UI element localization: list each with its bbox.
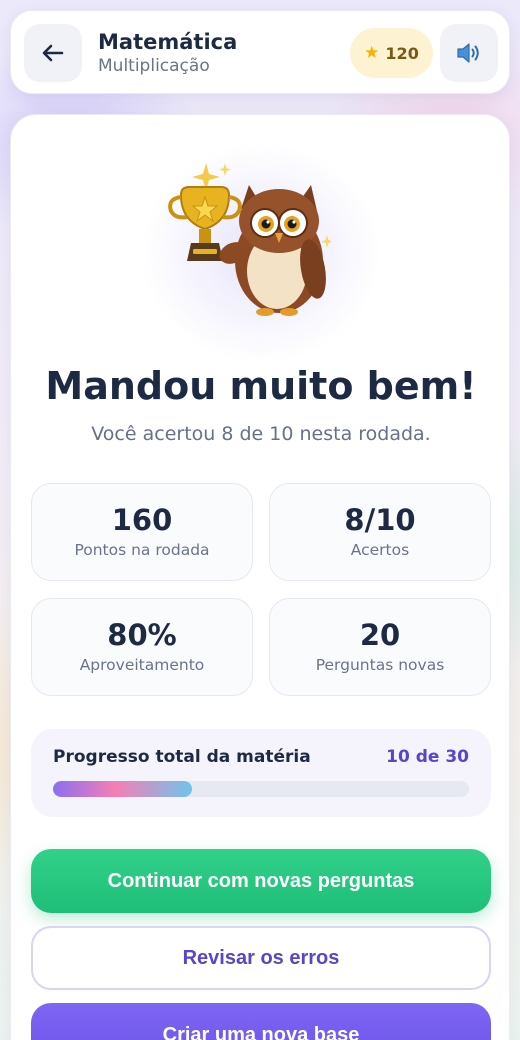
stat-value: 160: [111, 503, 173, 537]
progress-bar-fill: [53, 781, 192, 797]
progress-count: 10 de 30: [386, 747, 469, 767]
result-summary: Você acertou 8 de 10 nesta rodada.: [91, 423, 431, 445]
stat-label: Perguntas novas: [315, 656, 445, 674]
stat-card-accuracy: 80% Aproveitamento: [31, 598, 253, 696]
review-errors-button[interactable]: Revisar os erros: [31, 926, 491, 990]
stat-value: 80%: [107, 618, 177, 652]
stat-card-correct: 8/10 Acertos: [269, 483, 491, 581]
subject-heading: Matemática Multiplicação: [98, 29, 237, 77]
subject-progress: Progresso total da matéria 10 de 30: [31, 729, 491, 817]
arrow-left-icon: [42, 44, 64, 62]
subject-subtitle: Multiplicação: [98, 56, 210, 76]
owl-trophy-illustration: [168, 163, 331, 316]
score-value: 120: [385, 43, 419, 63]
sound-button[interactable]: [440, 24, 498, 82]
stat-label: Pontos na rodada: [74, 541, 210, 559]
star-icon: ★: [364, 42, 380, 63]
stat-value: 8/10: [344, 503, 416, 537]
stat-label: Aproveitamento: [79, 656, 205, 674]
subject-title: Matemática: [98, 30, 238, 54]
top-bar: Matemática Multiplicação ★ 120: [10, 10, 510, 94]
back-button[interactable]: [24, 24, 82, 82]
score-badge: ★ 120: [350, 28, 433, 78]
new-base-button[interactable]: Criar uma nova base: [31, 1003, 491, 1040]
result-card: Mandou muito bem! Você acertou 8 de 10 n…: [10, 114, 510, 1040]
progress-label: Progresso total da matéria: [53, 747, 311, 767]
result-headline: Mandou muito bem!: [45, 364, 477, 408]
progress-bar: [53, 781, 469, 797]
continue-button[interactable]: Continuar com novas perguntas: [31, 849, 491, 913]
stat-card-new-questions: 20 Perguntas novas: [269, 598, 491, 696]
stat-label: Acertos: [350, 541, 410, 559]
stat-value: 20: [359, 618, 401, 652]
stat-card-points: 160 Pontos na rodada: [31, 483, 253, 581]
speaker-icon: [457, 43, 479, 63]
